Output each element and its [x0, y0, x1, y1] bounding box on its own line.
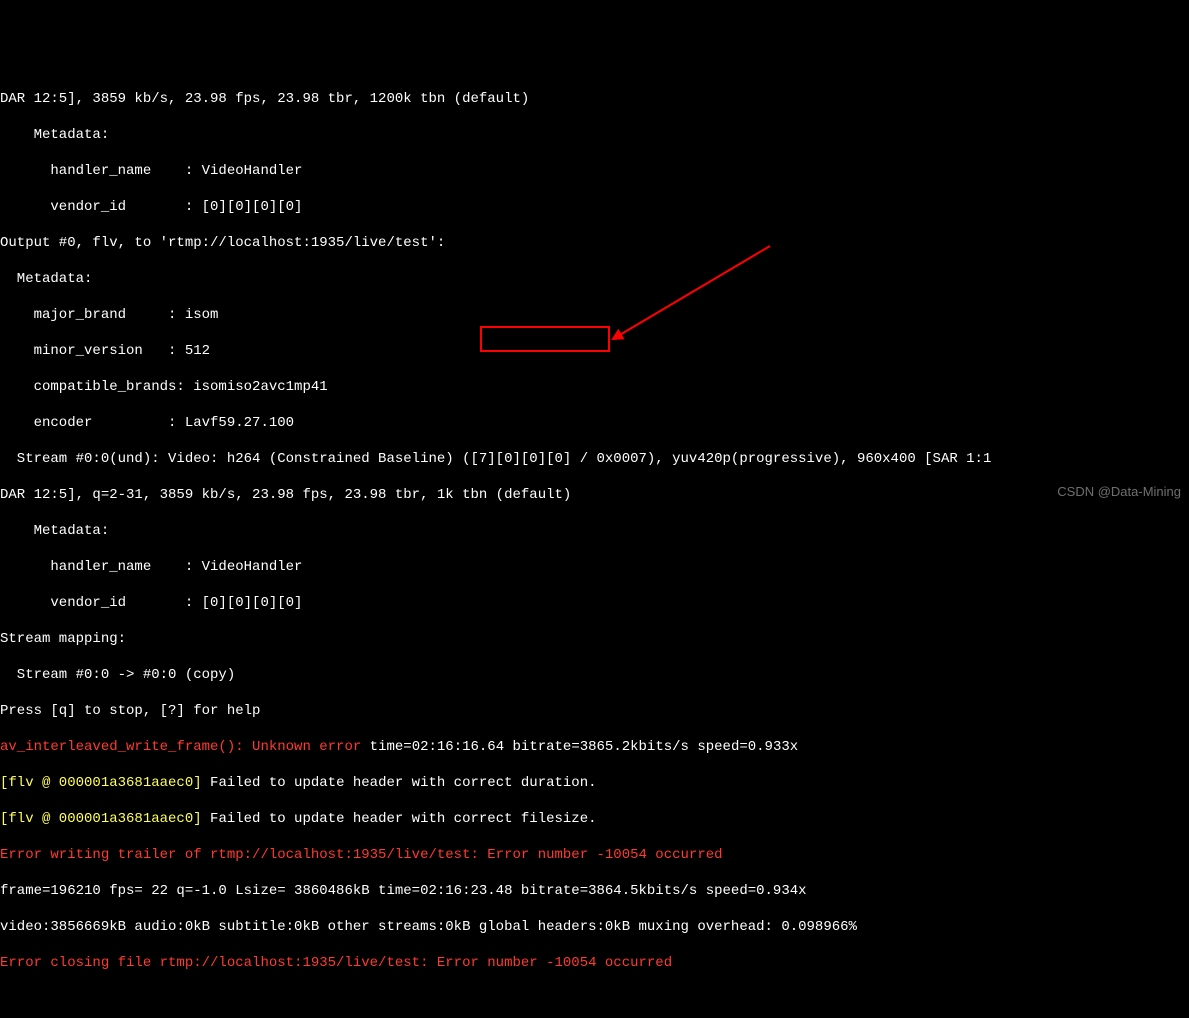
log-line: Metadata:	[0, 270, 1189, 288]
error-text: av_interleaved_write_frame(): Unknown er…	[0, 739, 361, 755]
log-line: Metadata:	[0, 522, 1189, 540]
elapsed-time-value: 02:16:16.64	[412, 739, 504, 755]
log-line-error: Error closing file rtmp://localhost:1935…	[0, 954, 1189, 972]
warn-tag: [flv @ 000001a3681aaec0]	[0, 775, 202, 791]
annotation-highlight-box	[480, 326, 610, 352]
watermark-text: CSDN @Data-Mining	[1057, 483, 1181, 501]
log-line: Stream #0:0(und): Video: h264 (Constrain…	[0, 450, 1189, 468]
log-line: DAR 12:5], 3859 kb/s, 23.98 fps, 23.98 t…	[0, 90, 1189, 108]
log-line: encoder : Lavf59.27.100	[0, 414, 1189, 432]
log-line: handler_name : VideoHandler	[0, 558, 1189, 576]
log-text: bitrate=3865.2kbits/s speed=0.933x	[504, 739, 798, 755]
log-line: major_brand : isom	[0, 306, 1189, 324]
terminal-output: DAR 12:5], 3859 kb/s, 23.98 fps, 23.98 t…	[0, 72, 1189, 990]
log-line: handler_name : VideoHandler	[0, 162, 1189, 180]
warn-text: Failed to update header with correct dur…	[202, 775, 597, 791]
log-line-warning: [flv @ 000001a3681aaec0] Failed to updat…	[0, 774, 1189, 792]
log-text: time=	[361, 739, 411, 755]
log-line: Metadata:	[0, 126, 1189, 144]
log-line: vendor_id : [0][0][0][0]	[0, 594, 1189, 612]
log-line: video:3856669kB audio:0kB subtitle:0kB o…	[0, 918, 1189, 936]
log-line: Output #0, flv, to 'rtmp://localhost:193…	[0, 234, 1189, 252]
log-line-warning: [flv @ 000001a3681aaec0] Failed to updat…	[0, 810, 1189, 828]
log-line: compatible_brands: isomiso2avc1mp41	[0, 378, 1189, 396]
log-line: vendor_id : [0][0][0][0]	[0, 198, 1189, 216]
warn-text: Failed to update header with correct fil…	[202, 811, 597, 827]
warn-tag: [flv @ 000001a3681aaec0]	[0, 811, 202, 827]
log-line: frame=196210 fps= 22 q=-1.0 Lsize= 38604…	[0, 882, 1189, 900]
log-line-error: Error writing trailer of rtmp://localhos…	[0, 846, 1189, 864]
log-line: DAR 12:5], q=2-31, 3859 kb/s, 23.98 fps,…	[0, 486, 1189, 504]
log-line: Stream mapping:	[0, 630, 1189, 648]
log-line: Stream #0:0 -> #0:0 (copy)	[0, 666, 1189, 684]
log-line-error: av_interleaved_write_frame(): Unknown er…	[0, 738, 1189, 756]
log-line: Press [q] to stop, [?] for help	[0, 702, 1189, 720]
